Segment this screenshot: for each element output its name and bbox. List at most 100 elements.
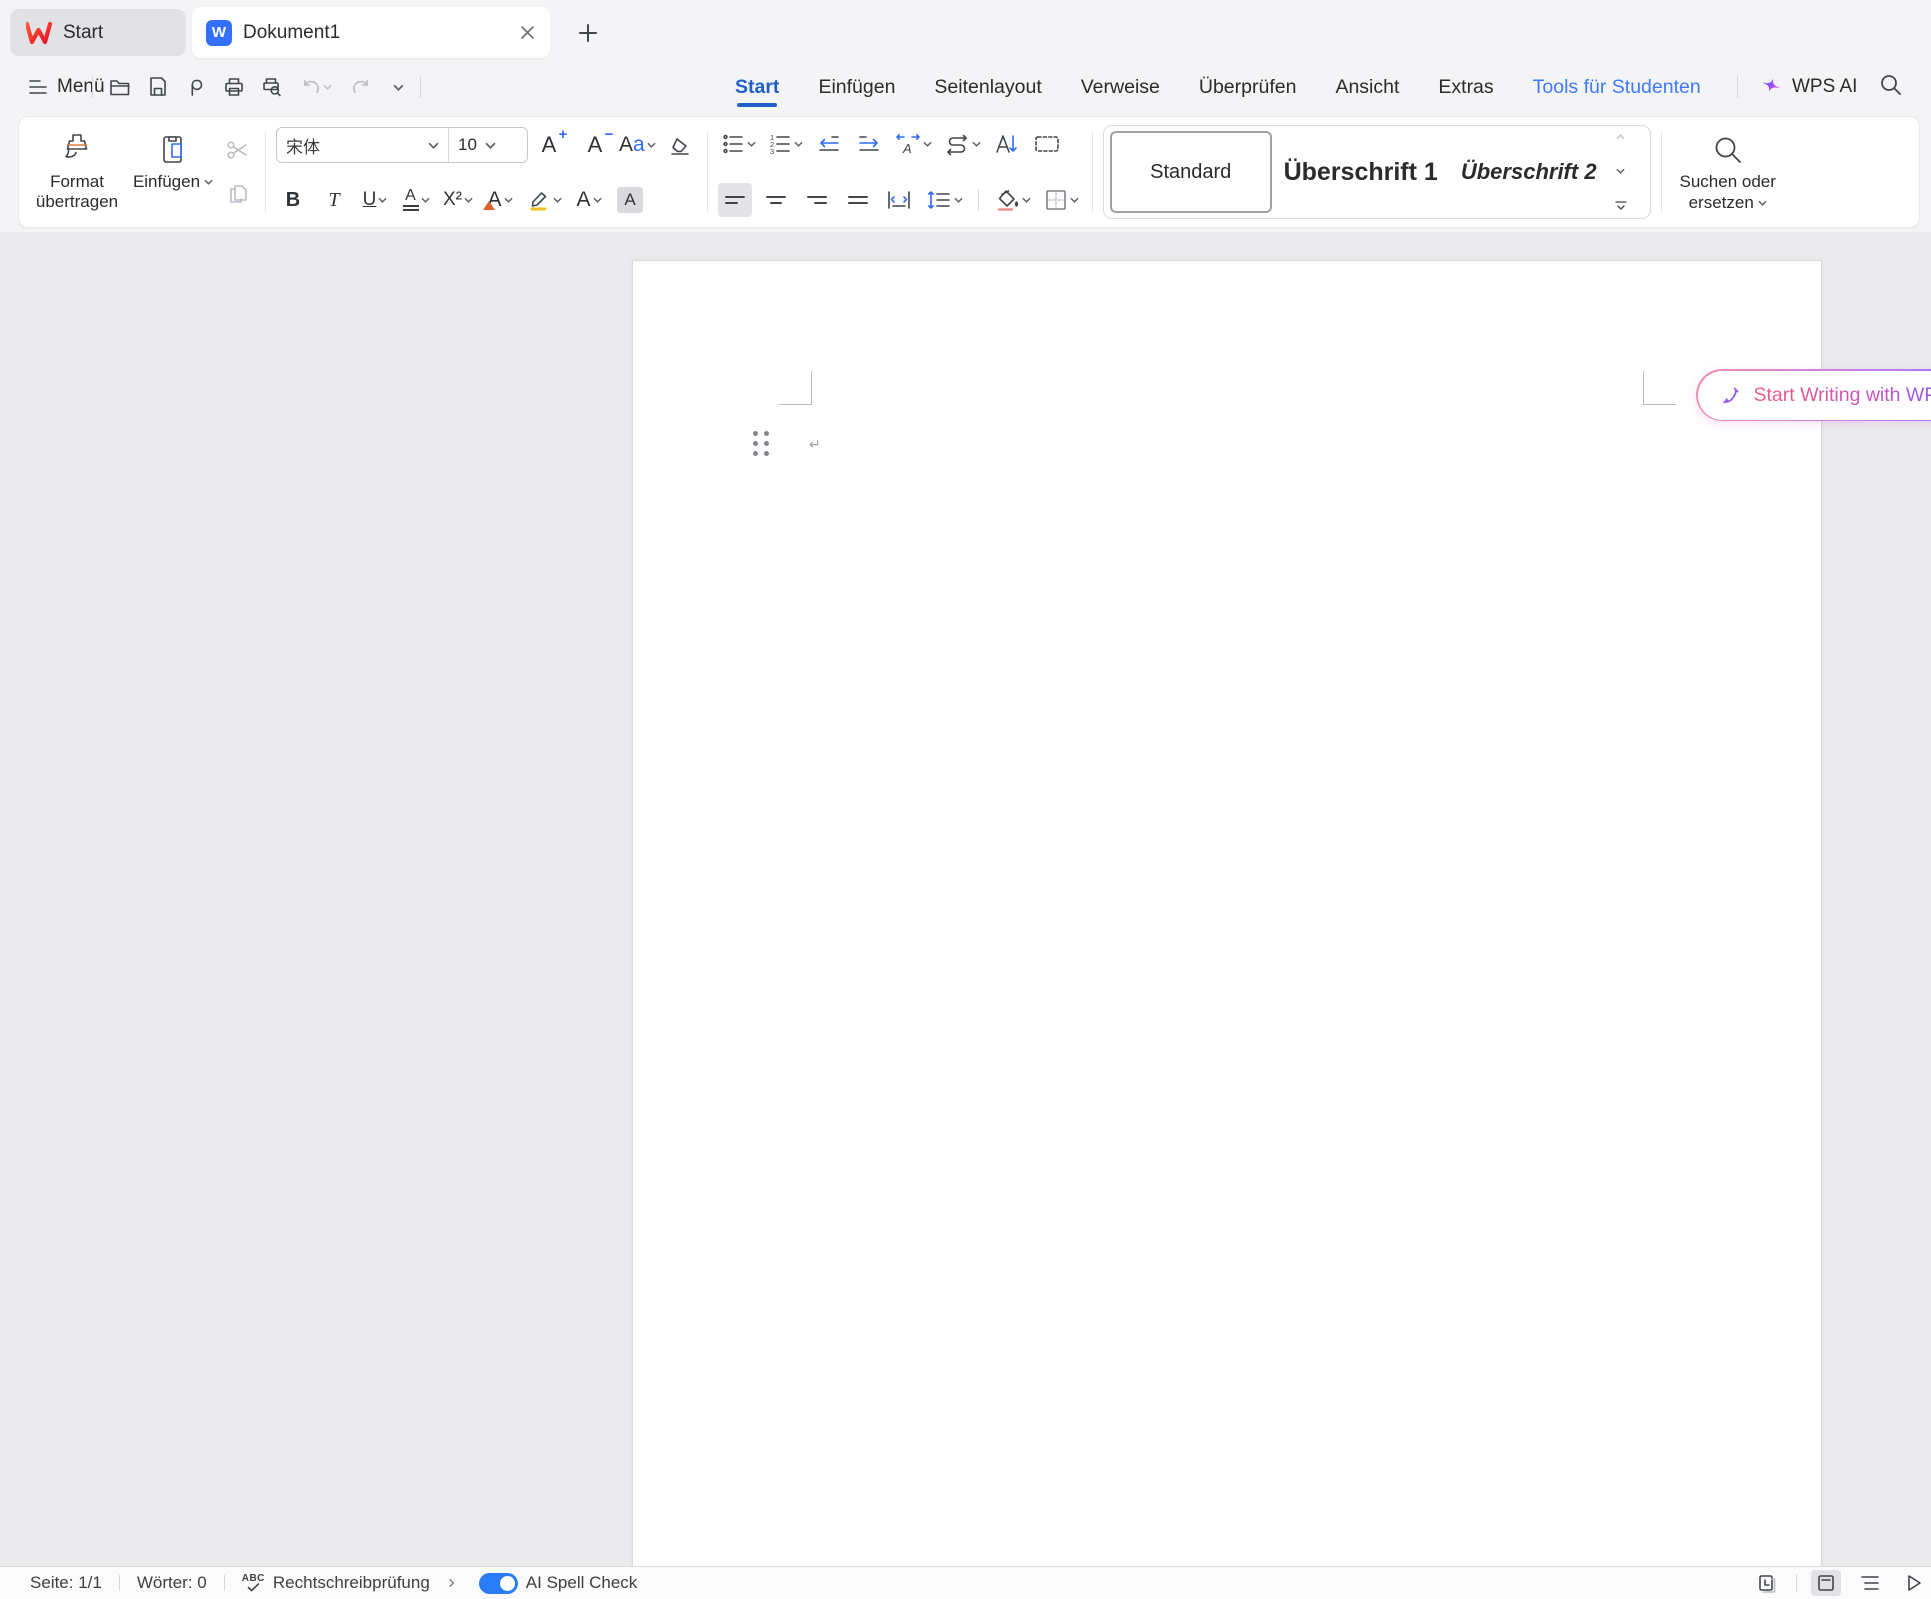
undo-button[interactable] [294,71,338,103]
open-file-button[interactable] [104,71,136,103]
outline-view-button[interactable] [1855,1570,1885,1596]
tab-seitenlayout[interactable]: Seitenlayout [932,68,1043,107]
gallery-more-icon[interactable] [1615,201,1627,210]
read-mode-button[interactable] [1899,1570,1929,1596]
find-replace-button[interactable]: Suchen oder ersetzen [1672,124,1784,220]
decrease-indent-button[interactable] [812,127,846,161]
save-button[interactable] [142,71,174,103]
more-commands-button[interactable] [382,71,414,103]
clear-formatting-button[interactable] [663,128,697,162]
spellcheck-expand-icon[interactable] [448,1578,455,1588]
paragraph-drag-handle[interactable] [753,431,769,456]
underline-button[interactable]: U [358,183,392,217]
main-menu-button[interactable]: Menü [28,76,105,98]
tab-tools-fuer-studenten[interactable]: Tools für Studenten [1531,68,1703,107]
align-center-button[interactable] [759,183,793,217]
status-bar: Seite: 1/1 Wörter: 0 ABC Rechtschreibprü… [0,1566,1931,1599]
word-count[interactable]: Wörter: 0 [137,1573,207,1593]
tab-ueberpruefen[interactable]: Überprüfen [1197,68,1299,107]
print-preview-button[interactable] [256,71,288,103]
document-page[interactable]: ↵ Start Writing with WPS AI [632,260,1931,1599]
task-window-button[interactable] [1752,1570,1782,1596]
align-left-button[interactable] [717,183,752,217]
scissors-icon [227,141,247,159]
gallery-scroll-down-icon[interactable] [1616,168,1625,174]
font-name-combobox[interactable]: 宋体 [277,128,449,162]
grow-font-button[interactable]: A + [532,126,568,162]
abc-check-icon: ABC [242,1574,265,1592]
text-direction-button[interactable] [941,127,984,161]
distribute-icon [887,191,910,209]
bold-button[interactable]: B [276,183,310,217]
new-tab-button[interactable] [575,20,601,46]
gallery-scroll-up-icon[interactable] [1616,134,1625,140]
borders-icon [1045,190,1066,210]
strikethrough-button[interactable]: A [399,183,433,217]
change-case-button[interactable]: Aa [616,128,659,162]
sort-button[interactable] [990,127,1024,161]
wps-ai-label: WPS AI [1792,76,1858,97]
character-scaling-button[interactable]: A [892,127,935,161]
tab-ansicht[interactable]: Ansicht [1333,68,1401,107]
export-pdf-button[interactable] [180,71,212,103]
wps-logo-icon [26,21,53,44]
align-right-button[interactable] [800,183,834,217]
search-button[interactable] [1878,72,1904,103]
style-ueberschrift-1[interactable]: Überschrift 1 [1272,131,1450,213]
printer-icon [225,78,243,96]
svg-text:3: 3 [770,147,774,156]
text-effects-button[interactable]: A [483,183,517,217]
tab-start[interactable]: Start [733,68,781,107]
show-formatting-marks-button[interactable] [1030,127,1064,161]
spellcheck-button[interactable]: ABC Rechtschreibprüfung [242,1573,430,1593]
divider [1660,132,1662,212]
document-tab[interactable]: W Dokument1 [192,7,550,58]
wps-ai-writing-pill[interactable]: Start Writing with WPS AI [1696,369,1931,421]
tab-einfuegen[interactable]: Einfügen [816,68,897,107]
home-tab[interactable]: Start [10,9,186,56]
ai-spellcheck-toggle[interactable] [478,1572,518,1594]
justify-button[interactable] [841,183,875,217]
character-shading-button[interactable]: A [613,183,647,217]
highlight-color-button[interactable] [524,183,565,217]
format-painter-button[interactable]: Format übertragen [29,124,125,220]
page-indicator[interactable]: Seite: 1/1 [30,1573,102,1593]
tab-verweise[interactable]: Verweise [1079,68,1162,107]
shrink-font-button[interactable]: A − [578,126,614,162]
line-spacing-button[interactable] [923,183,966,217]
pen-icon [1722,387,1738,404]
font-color-button[interactable]: A [572,183,606,217]
increase-indent-button[interactable] [852,127,886,161]
numbered-list-button[interactable]: 1 2 3 [765,127,806,161]
bullet-list-button[interactable] [718,127,759,161]
divider [118,1575,120,1591]
distribute-button[interactable] [882,183,916,217]
italic-button[interactable]: T [317,183,351,217]
highlight-chevron-icon [553,197,562,203]
paste-button[interactable]: Einfügen [125,124,221,220]
hamburger-icon [29,80,47,94]
wps-ai-button[interactable]: WPS AI [1758,75,1857,100]
style-ueberschrift-2[interactable]: Überschrift 2 [1450,131,1608,213]
outline-view-icon [1861,1576,1879,1590]
cut-button[interactable] [221,133,255,167]
font-size-chevron-icon [485,142,496,149]
spellcheck-label: Rechtschreibprüfung [272,1573,430,1592]
borders-button[interactable] [1041,183,1082,217]
shading-button[interactable] [991,183,1034,217]
print-button[interactable] [218,71,250,103]
redo-button[interactable] [344,71,376,103]
page-view-button[interactable] [1811,1570,1841,1596]
redo-icon [353,79,368,93]
style-standard[interactable]: Standard [1109,131,1272,213]
print-preview-icon [263,78,281,97]
font-size-combobox[interactable]: 10 [449,128,527,162]
divider [1091,132,1093,212]
underline-chevron-icon [378,197,387,203]
text-effects-chevron-icon [503,197,513,203]
copy-button[interactable] [221,177,255,211]
close-tab-icon[interactable] [519,24,536,41]
tab-extras[interactable]: Extras [1436,68,1495,107]
align-right-icon [806,196,827,204]
superscript-button[interactable]: X² [440,183,476,217]
